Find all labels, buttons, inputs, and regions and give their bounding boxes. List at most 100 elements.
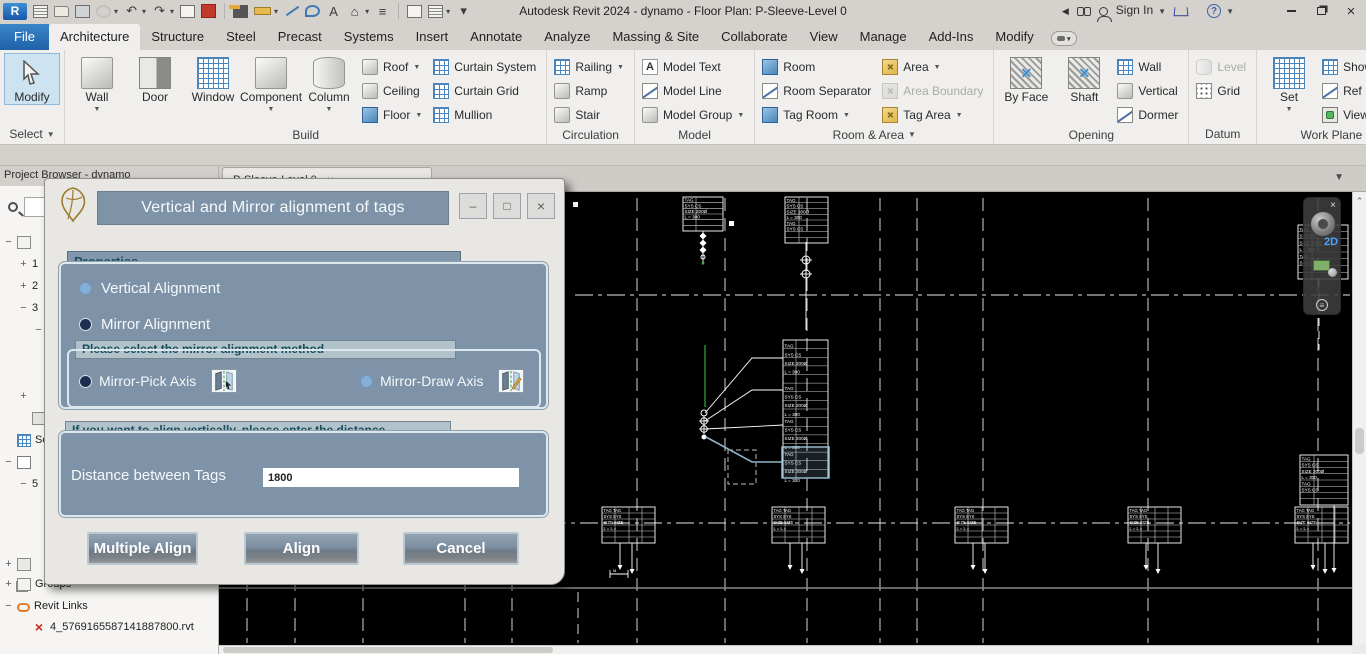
store-cart-icon[interactable]: [1174, 7, 1189, 16]
tag-area-button[interactable]: Tag Area▼: [879, 103, 989, 127]
tree-expander[interactable]: +: [4, 558, 13, 570]
open-icon[interactable]: [54, 6, 69, 17]
text-icon[interactable]: A: [326, 3, 341, 20]
save-icon[interactable]: [75, 5, 90, 18]
roof-button[interactable]: Roof▼: [359, 55, 428, 79]
undo-icon[interactable]: ↶: [124, 3, 139, 20]
tab-modify[interactable]: Modify: [984, 24, 1044, 50]
scroll-up-icon[interactable]: ⌃: [1353, 192, 1366, 207]
thin-lines-icon[interactable]: ≡: [375, 3, 390, 20]
tree-expander[interactable]: −: [19, 302, 28, 314]
tree-item-3[interactable]: −3: [19, 298, 38, 318]
show-button[interactable]: Show: [1319, 55, 1366, 79]
sign-in-button[interactable]: Sign In: [1116, 3, 1153, 17]
wall-button[interactable]: Wall: [1114, 55, 1184, 79]
room-button[interactable]: Room: [759, 55, 877, 79]
tab-view[interactable]: View: [799, 24, 849, 50]
tree-item-5[interactable]: −5: [19, 474, 38, 494]
revit-logo[interactable]: R: [3, 3, 27, 20]
tree-item[interactable]: +: [19, 386, 32, 406]
switch-windows-icon[interactable]: [428, 5, 443, 18]
align-button[interactable]: Align: [244, 532, 359, 565]
tab-file[interactable]: File: [0, 24, 49, 50]
print-icon[interactable]: [180, 5, 195, 18]
curtain-system-button[interactable]: Curtain System: [430, 55, 542, 79]
default-view-icon[interactable]: ⌂: [347, 3, 362, 20]
vertical-alignment-option[interactable]: Vertical Alignment: [79, 280, 220, 297]
sync-icon[interactable]: [96, 5, 111, 18]
tree-item-4-5769165587141887800-rvt[interactable]: ×4_5769165587141887800.rvt: [19, 617, 194, 637]
multiple-align-button[interactable]: Multiple Align: [87, 532, 198, 565]
undo-icon-caret[interactable]: ▾: [142, 7, 146, 16]
tag-by-category-icon[interactable]: [305, 5, 320, 17]
sync-icon-caret[interactable]: ▾: [114, 7, 118, 16]
dialog-close-button[interactable]: ×: [527, 193, 555, 219]
tree-expander[interactable]: +: [4, 578, 13, 590]
steering-wheel-icon[interactable]: [1310, 211, 1336, 237]
door-button[interactable]: Door: [127, 53, 183, 105]
view-tab-list-caret-icon[interactable]: ▼: [1334, 172, 1344, 183]
floor-button[interactable]: Floor▼: [359, 103, 428, 127]
panel-label[interactable]: Select▼: [0, 126, 64, 144]
tab-add-ins[interactable]: Add-Ins: [918, 24, 985, 50]
cancel-button[interactable]: Cancel: [403, 532, 519, 565]
mirror-alignment-radio[interactable]: [79, 318, 92, 331]
tree-item-revit-links[interactable]: −Revit Links: [4, 596, 88, 616]
tab-insert[interactable]: Insert: [405, 24, 460, 50]
mirror-pick-axis-option[interactable]: Mirror-Pick Axis: [79, 369, 237, 393]
close-button[interactable]: ×: [1340, 3, 1362, 19]
tab-steel[interactable]: Steel: [215, 24, 267, 50]
panel-label[interactable]: Room & Area▼: [755, 127, 993, 144]
tree-expander[interactable]: +: [19, 258, 28, 270]
tree-expander[interactable]: +: [19, 390, 28, 402]
ref-plane-button[interactable]: Ref Plane: [1319, 79, 1366, 103]
search-icon[interactable]: [1077, 7, 1091, 16]
pan-icon[interactable]: [1313, 260, 1330, 271]
tab-precast[interactable]: Precast: [267, 24, 333, 50]
zoom-2d-icon[interactable]: 2D: [1324, 236, 1338, 248]
tree-expander[interactable]: −: [19, 478, 28, 490]
measure-icon-caret[interactable]: ▾: [274, 7, 278, 16]
model-text-button[interactable]: AModel Text: [639, 55, 750, 79]
tree-item-sc[interactable]: Sc: [4, 430, 48, 450]
modify-pin-icon[interactable]: [233, 5, 248, 18]
mirror-alignment-option[interactable]: Mirror Alignment: [79, 316, 210, 333]
tree-expander[interactable]: −: [34, 324, 43, 336]
curtain-grid-button[interactable]: Curtain Grid: [430, 79, 542, 103]
room-separator-button[interactable]: Room Separator: [759, 79, 877, 103]
grid-button[interactable]: Grid: [1193, 79, 1252, 103]
vertical-button[interactable]: Vertical: [1114, 79, 1184, 103]
tree-expander[interactable]: +: [19, 280, 28, 292]
tree-item-1[interactable]: +1: [19, 254, 38, 274]
dialog-minimize-button[interactable]: –: [459, 193, 487, 219]
viewer-button[interactable]: Viewer: [1319, 103, 1366, 127]
tag-room-button[interactable]: Tag Room▼: [759, 103, 877, 127]
file-tabs-icon[interactable]: [33, 5, 48, 18]
restore-button[interactable]: [1310, 3, 1332, 19]
redo-icon-caret[interactable]: ▾: [170, 7, 174, 16]
navbar-more-icon[interactable]: ≡: [1316, 299, 1328, 311]
area-button[interactable]: Area▼: [879, 55, 989, 79]
tree-item-2[interactable]: +2: [19, 276, 38, 296]
vertical-scroll-thumb[interactable]: [1355, 428, 1364, 454]
default-view-icon-caret[interactable]: ▾: [365, 7, 369, 16]
tab-annotate[interactable]: Annotate: [459, 24, 533, 50]
model-group-button[interactable]: Model Group▼: [639, 103, 750, 127]
aligned-dimension-icon[interactable]: [284, 4, 299, 18]
copy-icon[interactable]: [407, 5, 422, 18]
tree-expander[interactable]: −: [4, 600, 13, 612]
dialog-maximize-button[interactable]: □: [493, 193, 521, 219]
tree-item[interactable]: −: [4, 452, 35, 472]
tab-manage[interactable]: Manage: [849, 24, 918, 50]
redo-icon[interactable]: ↷: [152, 3, 167, 20]
minimize-button[interactable]: [1280, 3, 1302, 19]
customize-qat-icon[interactable]: ▾: [456, 3, 471, 20]
tab-systems[interactable]: Systems: [333, 24, 405, 50]
dormer-button[interactable]: Dormer: [1114, 103, 1184, 127]
horizontal-scrollbar[interactable]: [219, 645, 1352, 654]
set-button[interactable]: Set▼: [1261, 53, 1317, 114]
tree-expander[interactable]: −: [4, 236, 13, 248]
help-caret-icon[interactable]: ▼: [1226, 7, 1234, 16]
vertical-scrollbar[interactable]: ⌃: [1352, 192, 1366, 645]
tab-architecture[interactable]: Architecture: [49, 24, 140, 50]
